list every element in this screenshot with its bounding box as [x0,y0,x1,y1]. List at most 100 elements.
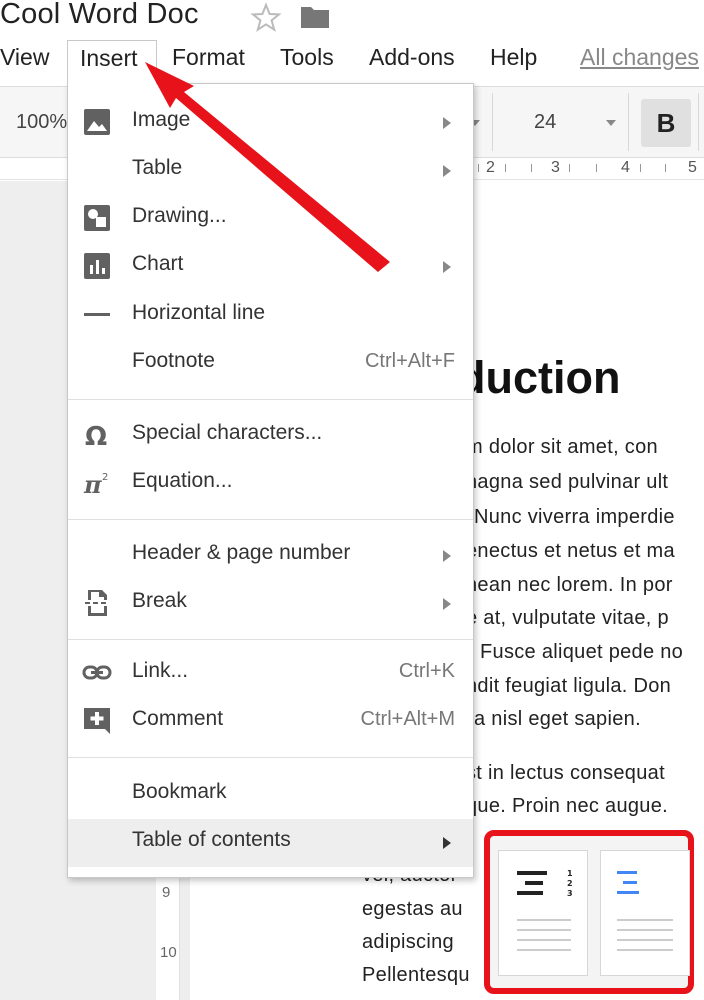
menu-item-bookmark[interactable]: Bookmark [68,771,473,817]
menu-separator [68,757,473,758]
menu-help[interactable]: Help [490,44,537,71]
body-text-line[interactable]: a nisl eget sapien. [474,708,641,731]
menu-separator [68,399,473,400]
submenu-arrow-icon [443,117,451,129]
save-status-link[interactable]: All changes [580,44,699,71]
drawing-icon [82,203,114,233]
toc-with-blue-links-option[interactable] [600,850,690,976]
body-text-line[interactable]: egestas au [362,898,463,921]
menu-separator [68,639,473,640]
menu-view[interactable]: View [0,44,49,71]
ruler-tick [640,164,641,172]
comment-icon [82,706,114,736]
vruler-number: 9 [162,884,171,901]
menu-bar: View Insert Format Tools Add-ons Help Al… [0,40,704,84]
menu-addons[interactable]: Add-ons [369,44,455,71]
menu-item-image[interactable]: Image [68,99,473,145]
toolbar-divider [492,93,493,151]
toolbar-divider [628,93,629,151]
ruler-tick [596,164,597,172]
submenu-arrow-icon [443,261,451,273]
menu-item-label: Equation... [132,469,233,492]
body-text-line[interactable]: nagna sed pulvinar ult [466,471,668,494]
font-size-arrow-icon[interactable] [606,120,616,126]
ruler-tick [505,164,506,172]
ruler-number: 4 [621,159,630,176]
submenu-arrow-icon [443,598,451,610]
shortcut-label: Ctrl+Alt+F [364,350,455,372]
svg-text:1: 1 [567,869,573,878]
menu-item-special-characters[interactable]: Ω Special characters... [68,412,473,458]
menu-item-header-page-number[interactable]: Header & page number [68,532,473,578]
body-text-line[interactable]: e at, vulputate vitae, p [466,607,669,630]
svg-text:Ω: Ω [85,422,107,450]
body-text-line[interactable]: Fusce aliquet pede no [480,641,683,664]
menu-item-table[interactable]: Table [68,147,473,193]
menu-item-label: Table [132,156,183,179]
menu-item-label: Drawing... [132,204,227,227]
body-text-line[interactable]: Nunc viverra imperdie [474,506,675,529]
toc-options-callout: 1 2 3 [484,830,694,994]
menu-item-horizontal-line[interactable]: Horizontal line [68,292,473,338]
menu-item-label: Image [132,108,191,131]
body-text-line[interactable]: adipiscing [362,931,454,954]
svg-text:2: 2 [102,472,108,483]
menu-item-equation[interactable]: π2 Equation... [68,460,473,506]
body-text-line[interactable]: nean nec lorem. In por [466,574,673,597]
star-icon[interactable] [250,2,282,32]
zoom-select[interactable]: 100% [16,111,67,134]
submenu-arrow-icon [443,837,451,849]
menu-item-label: Footnote [132,349,215,372]
body-text-line[interactable]: st in lectus consequat [466,762,665,785]
submenu-arrow-icon [443,165,451,177]
menu-item-break[interactable]: Break [68,580,473,626]
menu-insert[interactable]: Insert [67,40,157,84]
link-icon [82,658,114,688]
omega-icon: Ω [82,420,114,452]
folder-icon[interactable] [299,2,331,30]
ruler-tick [478,164,479,172]
insert-menu-dropdown: Image Table Drawing... Chart Horizontal … [67,83,474,878]
menu-item-footnote[interactable]: Footnote Ctrl+Alt+F [68,340,473,386]
chart-icon [82,251,114,281]
title-bar: Cool Word Doc [0,0,704,38]
image-icon [82,107,114,137]
menu-item-label: Header & page number [132,541,351,564]
menu-separator [68,519,473,520]
menu-item-label: Horizontal line [132,301,266,324]
menu-item-label: Bookmark [132,780,227,803]
svg-text:3: 3 [567,889,573,898]
toc-with-page-numbers-option[interactable]: 1 2 3 [498,850,588,976]
document-heading[interactable]: duction [458,352,620,404]
menu-item-label: Break [132,589,187,612]
ruler-tick [569,164,570,172]
ruler-number: 3 [551,159,560,176]
menu-item-link[interactable]: Link... Ctrl+K [68,650,473,696]
bold-button[interactable]: B [641,99,691,147]
menu-item-label: Table of contents [132,828,291,851]
document-title[interactable]: Cool Word Doc [0,0,199,31]
menu-tools[interactable]: Tools [280,44,334,71]
shortcut-label: Ctrl+K [398,660,455,682]
svg-text:2: 2 [567,879,573,888]
pi-icon: π2 [82,468,114,499]
page-break-icon [82,588,114,618]
body-text-line[interactable]: enectus et netus et ma [466,540,675,563]
ruler-number: 2 [486,159,495,176]
submenu-arrow-icon [443,550,451,562]
ruler-tick [531,164,532,172]
menu-item-chart[interactable]: Chart [68,243,473,289]
body-text-line[interactable]: Pellentesqu [362,964,470,987]
svg-text:π: π [83,470,102,498]
font-size-select[interactable]: 24 [534,111,556,134]
menu-item-drawing[interactable]: Drawing... [68,195,473,241]
body-text-line[interactable]: que. Proin nec augue. [466,795,668,818]
menu-format[interactable]: Format [172,44,245,71]
vertical-ruler[interactable] [156,860,180,1000]
menu-item-table-of-contents[interactable]: Table of contents [68,819,473,867]
body-text-line[interactable]: m dolor sit amet, con [466,436,658,459]
body-text-line[interactable]: ndit feugiat ligula. Don [466,675,671,698]
menu-item-label: Link... [132,659,189,682]
menu-item-comment[interactable]: Comment Ctrl+Alt+M [68,698,473,744]
menu-item-label: Chart [132,252,184,275]
